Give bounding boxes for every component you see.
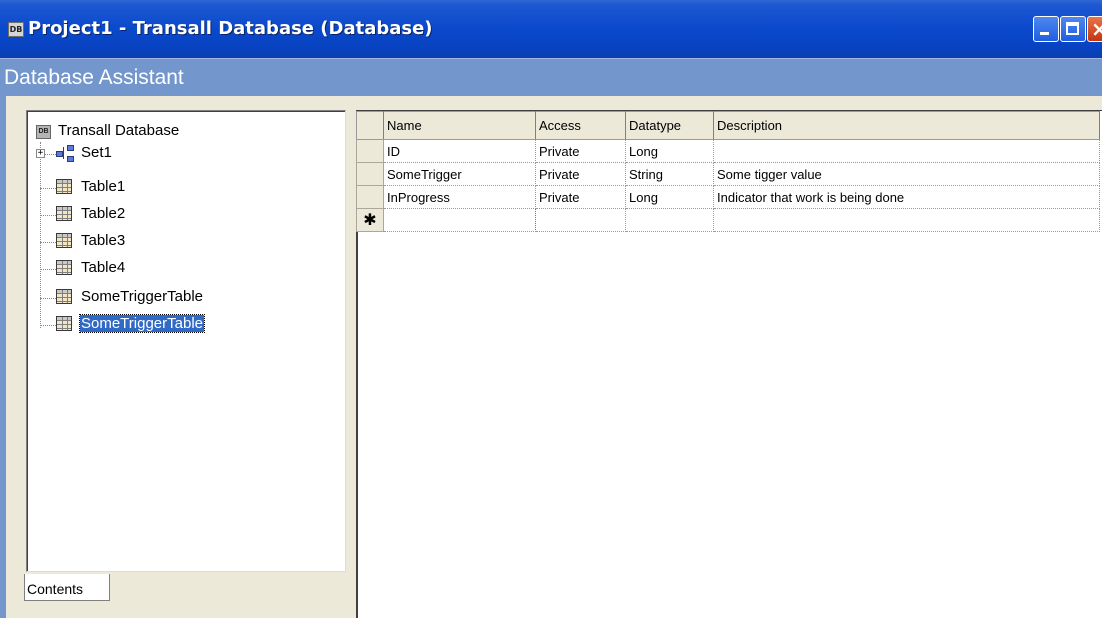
tree-root-label: Transall Database [58,122,180,139]
new-cell-description[interactable] [713,208,1100,232]
tree-item-label: SomeTriggerTable [79,314,205,333]
tree-connector-line [40,142,41,328]
tree-connector [40,269,56,270]
column-header-name[interactable]: Name [383,111,536,140]
row-selector[interactable] [356,162,384,186]
minimize-icon [1040,32,1049,35]
minimize-button[interactable] [1033,16,1059,42]
title-bar[interactable]: DB Project1 - Transall Database (Databas… [0,0,1102,58]
field-grid: Name Access Datatype Description ID Priv… [356,111,1100,232]
expand-plus-icon[interactable]: + [36,149,45,158]
database-tree[interactable] [26,110,346,572]
new-cell-access[interactable] [535,208,626,232]
assistant-title: Database Assistant [4,66,184,89]
new-cell-name[interactable] [383,208,536,232]
table-icon [56,260,72,275]
table-row[interactable]: SomeTrigger Private String Some tigger v… [356,162,1100,186]
new-row-asterisk-icon[interactable]: ✱ [356,208,384,232]
tree-connector [40,242,56,243]
cell-description[interactable] [713,139,1100,163]
tree-connector [40,325,56,326]
table-icon [56,206,72,221]
cell-datatype[interactable]: String [625,162,714,186]
tree-item-label: Set1 [81,144,112,161]
tree-connector [40,215,56,216]
table-row[interactable]: InProgress Private Long Indicator that w… [356,185,1100,209]
column-header-datatype[interactable]: Datatype [625,111,714,140]
table-icon [56,233,72,248]
close-button[interactable]: × [1087,16,1102,42]
database-icon: DB [36,125,51,139]
cell-datatype[interactable]: Long [625,185,714,209]
table-icon [56,316,72,331]
tree-item-label: Table4 [81,259,126,276]
maximize-icon [1066,22,1079,35]
column-header-access[interactable]: Access [535,111,626,140]
database-window: DB Project1 - Transall Database (Databas… [0,0,1102,618]
cell-access[interactable]: Private [535,162,626,186]
new-cell-datatype[interactable] [625,208,714,232]
cell-name[interactable]: SomeTrigger [383,162,536,186]
cell-name[interactable]: ID [383,139,536,163]
tab-contents[interactable]: Contents [24,574,110,601]
table-row[interactable]: ID Private Long [356,139,1100,163]
cell-datatype[interactable]: Long [625,139,714,163]
window-title: Project1 - Transall Database (Database) [28,18,433,39]
tree-item-label: Table1 [81,178,126,195]
grid-corner[interactable] [356,111,384,140]
tree-item-label: Table2 [81,205,126,222]
tree-item-label: Table3 [81,232,126,249]
column-header-description[interactable]: Description [713,111,1100,140]
close-icon: × [1091,17,1102,41]
tree-item-label: SomeTriggerTable [81,288,203,305]
new-row[interactable]: ✱ [356,208,1100,232]
cell-description[interactable]: Some tigger value [713,162,1100,186]
table-icon [56,179,72,194]
cell-access[interactable]: Private [535,139,626,163]
cell-access[interactable]: Private [535,185,626,209]
cell-description[interactable]: Indicator that work is being done [713,185,1100,209]
maximize-button[interactable] [1060,16,1086,42]
tab-contents-label: Contents [27,581,84,597]
tree-connector [40,298,56,299]
set-icon [56,145,76,162]
cell-name[interactable]: InProgress [383,185,536,209]
row-selector[interactable] [356,185,384,209]
tree-connector [40,188,56,189]
grid-header-row: Name Access Datatype Description [356,111,1100,140]
database-app-icon[interactable]: DB [8,22,24,37]
row-selector[interactable] [356,139,384,163]
table-icon [56,289,72,304]
